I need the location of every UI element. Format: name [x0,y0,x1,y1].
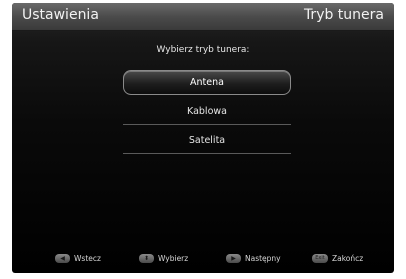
page-title: Ustawienia [22,7,99,23]
menu-item-label: Kablowa [187,106,227,117]
menu-item-satelita[interactable]: Satelita [123,128,291,154]
prompt-text: Wybierz tryb tunera: [156,45,250,55]
menu-item-label: Satelita [188,135,226,146]
hint-select[interactable]: ⬍ Wybierz [139,253,188,265]
hint-next[interactable]: ▶ Następny [226,253,281,265]
exit-key-icon: Exit [312,253,328,263]
menu-item-antena[interactable]: Antena [123,70,291,95]
left-arrow-icon: ◀ [55,253,70,263]
footer-hints: ◀ Wstecz ⬍ Wybierz ▶ Następny Exit Zakończ [12,253,394,267]
tv-bezel: Ustawienia Tryb tunera Wybierz tryb tune… [0,0,406,279]
menu-item-label: Antena [190,77,224,88]
section-title: Tryb tunera [303,7,384,23]
hint-back-label: Wstecz [74,254,101,263]
hint-next-label: Następny [245,254,281,263]
up-down-arrow-icon: ⬍ [139,253,154,263]
tv-screen: Ustawienia Tryb tunera Wybierz tryb tune… [12,3,394,273]
hint-select-label: Wybierz [158,254,189,263]
tuner-mode-menu: Antena Kablowa Satelita [123,70,291,157]
title-bar: Ustawienia Tryb tunera [12,3,394,31]
right-arrow-icon: ▶ [226,253,241,263]
hint-exit[interactable]: Exit Zakończ [312,253,363,265]
menu-item-kablowa[interactable]: Kablowa [123,99,291,125]
hint-exit-label: Zakończ [332,254,364,263]
hint-back[interactable]: ◀ Wstecz [55,253,101,265]
